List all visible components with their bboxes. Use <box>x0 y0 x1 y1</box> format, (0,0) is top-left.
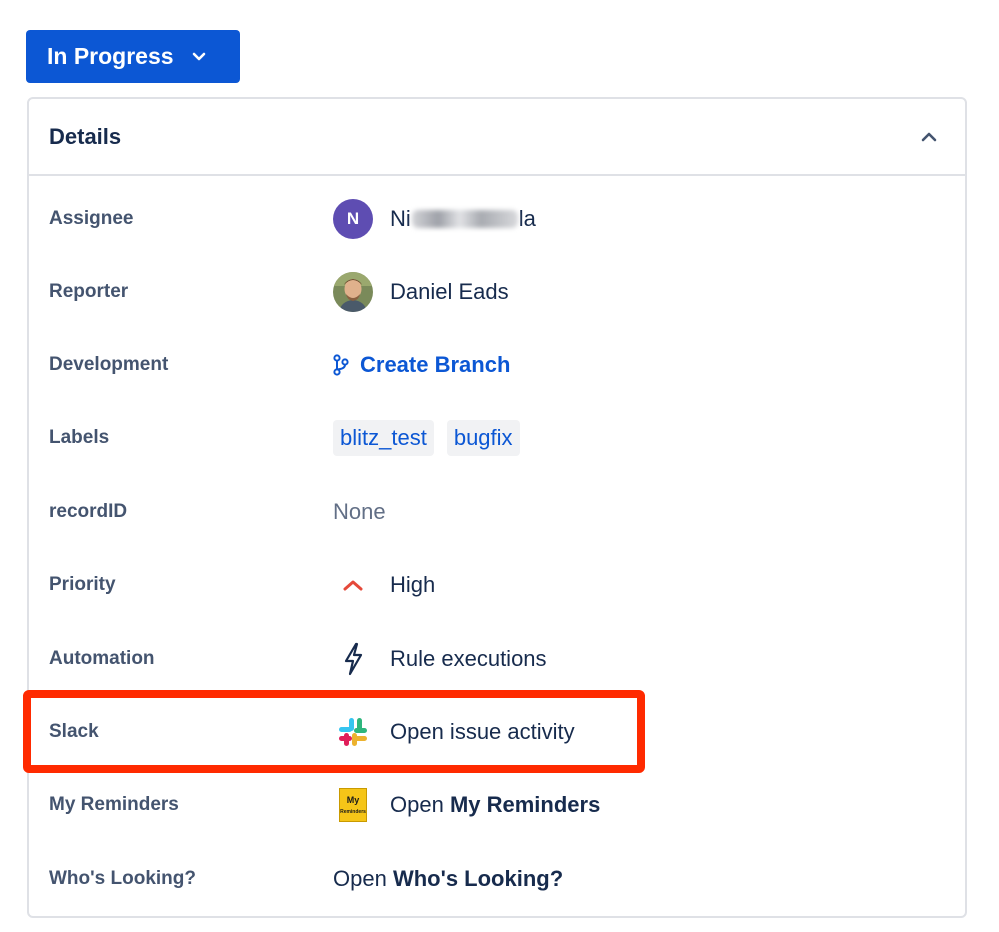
my-reminders-label: My Reminders <box>49 794 179 815</box>
development-row: Development Create Branch <box>29 339 965 391</box>
label-chip[interactable]: bugfix <box>446 420 520 456</box>
details-header[interactable]: Details <box>29 99 965 176</box>
assignee-name-start: Ni <box>390 206 411 231</box>
my-reminders-name: My Reminders <box>449 792 601 817</box>
reporter-name: Daniel Eads <box>390 279 509 304</box>
chevron-up-icon <box>921 132 937 142</box>
create-branch-label: Create Branch <box>360 352 511 377</box>
priority-label: Priority <box>49 574 116 595</box>
slack-row: Slack Open issue activity <box>29 706 965 758</box>
whos-looking-label: Who's Looking? <box>49 868 196 889</box>
assignee-row: Assignee N Ni la <box>29 193 965 245</box>
redacted-name-blur <box>411 210 518 228</box>
open-whos-looking-link[interactable]: Open Who's Looking? <box>333 866 563 892</box>
priority-row: Priority High <box>29 559 965 611</box>
record-id-row: recordID None <box>29 486 965 538</box>
reporter-avatar <box>333 272 373 312</box>
priority-value[interactable]: High <box>333 572 435 598</box>
automation-label: Automation <box>49 648 155 669</box>
labels-value: blitz_test bugfix <box>333 420 533 456</box>
record-id-text: None <box>333 499 386 524</box>
chevron-down-icon <box>192 52 205 60</box>
rule-executions-link[interactable]: Rule executions <box>333 642 547 676</box>
status-label: In Progress <box>47 43 174 69</box>
assignee-name-end: la <box>518 206 536 231</box>
whos-looking-row: Who's Looking? Open Who's Looking? <box>29 853 965 905</box>
whos-looking-prefix: Open <box>333 866 387 891</box>
label-chip[interactable]: blitz_test <box>333 420 434 456</box>
assignee-value[interactable]: N Ni la <box>333 199 536 239</box>
whos-looking-name: Who's Looking? <box>392 866 564 891</box>
open-my-reminders-link[interactable]: My Reminders Open My Reminders <box>333 788 600 822</box>
reporter-row: Reporter Daniel Eads <box>29 266 965 318</box>
development-label: Development <box>49 354 169 375</box>
my-reminders-icon: My Reminders <box>339 788 367 822</box>
priority-text: High <box>390 572 436 597</box>
create-branch-link[interactable]: Create Branch <box>333 352 510 378</box>
status-dropdown-button[interactable]: In Progress <box>26 30 240 83</box>
slack-icon <box>339 718 367 746</box>
assignee-avatar: N <box>333 199 373 239</box>
record-id-label: recordID <box>49 501 128 522</box>
branch-icon <box>333 354 349 376</box>
open-issue-activity-link[interactable]: Open issue activity <box>333 716 575 748</box>
reporter-value[interactable]: Daniel Eads <box>333 272 509 312</box>
automation-row: Automation Rule executions <box>29 633 965 685</box>
reporter-label: Reporter <box>49 281 129 302</box>
record-id-value[interactable]: None <box>333 499 386 525</box>
labels-label: Labels <box>49 427 110 448</box>
assignee-label: Assignee <box>49 208 134 229</box>
labels-row: Labels blitz_test bugfix <box>29 412 965 464</box>
details-title: Details <box>49 124 122 149</box>
my-reminders-prefix: Open <box>390 792 444 817</box>
automation-text: Rule executions <box>390 646 547 671</box>
slack-text: Open issue activity <box>390 719 575 744</box>
slack-label: Slack <box>49 721 99 742</box>
my-reminders-row: My Reminders My Reminders Open My Remind… <box>29 779 965 831</box>
details-panel: Details Assignee N Ni la Reporter Daniel… <box>27 97 967 918</box>
lightning-bolt-icon <box>344 642 363 676</box>
priority-high-icon <box>343 580 363 591</box>
collapse-button[interactable] <box>911 119 947 155</box>
